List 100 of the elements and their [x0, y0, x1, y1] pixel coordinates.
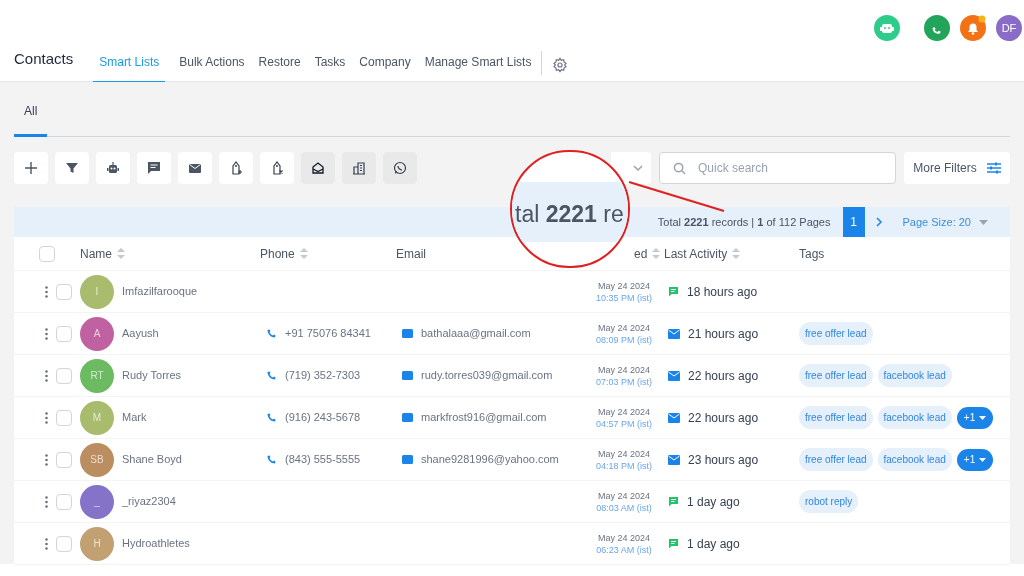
search-icon — [673, 162, 686, 175]
contact-avatar: SB — [80, 442, 114, 477]
row-checkbox[interactable] — [56, 451, 72, 468]
contact-avatar: _ — [80, 484, 114, 519]
dropdown-field[interactable] — [611, 152, 651, 184]
created-time: 04:18 PM (ist) — [596, 459, 652, 472]
toolbar-button[interactable] — [137, 152, 171, 184]
search-field[interactable]: Quick search — [659, 152, 896, 184]
drag-handle-icon[interactable] — [45, 369, 48, 382]
drag-handle-icon[interactable] — [45, 285, 48, 298]
tag-chip[interactable]: free offer lead — [799, 322, 873, 345]
contact-name[interactable]: Aayush — [122, 325, 159, 342]
nav-tab[interactable]: Bulk Actions — [179, 52, 245, 83]
nav-tab[interactable]: Company — [359, 52, 411, 83]
whatsapp-icon — [393, 161, 407, 175]
contact-name[interactable]: _riyaz2304 — [122, 493, 176, 510]
contact-name[interactable]: Shane Boyd — [122, 451, 182, 468]
tag-chip[interactable]: robot reply — [799, 490, 859, 513]
caret-icon — [979, 457, 987, 462]
caret-icon — [979, 415, 987, 420]
tag-chip[interactable]: facebook lead — [877, 448, 952, 471]
nav-tab[interactable]: Tasks — [314, 52, 346, 83]
toolbar-button[interactable] — [260, 152, 294, 184]
created-date: May 24 2024 — [597, 363, 650, 376]
created-time: 04:57 PM (ist) — [596, 417, 652, 430]
column-header[interactable]: Phone — [260, 244, 295, 263]
drag-handle-icon[interactable] — [45, 537, 48, 550]
row-checkbox[interactable] — [56, 367, 72, 384]
column-header[interactable]: ed — [634, 244, 648, 263]
tag-chip[interactable]: facebook lead — [877, 406, 952, 429]
row-checkbox[interactable] — [56, 493, 72, 510]
phone-icon[interactable] — [924, 15, 950, 41]
more-tags-button[interactable]: +1 — [956, 448, 994, 471]
list-tab[interactable]: All — [14, 102, 48, 137]
row-checkbox[interactable] — [56, 409, 72, 426]
phone-number: (719) 352-7303 — [285, 368, 361, 384]
toolbar-button[interactable] — [96, 152, 130, 184]
last-activity: 23 hours ago — [688, 451, 759, 469]
drag-handle-icon[interactable] — [45, 495, 48, 508]
tag-chip[interactable]: free offer lead — [799, 364, 873, 387]
contact-name[interactable]: Hydroathletes — [122, 535, 190, 552]
contact-name[interactable]: Imfazilfarooque — [122, 283, 198, 300]
chat-icon — [147, 161, 161, 175]
contact-name[interactable]: Rudy Torres — [122, 367, 182, 384]
plus-icon — [24, 161, 38, 175]
drag-handle-icon[interactable] — [45, 327, 48, 340]
robot-icon[interactable] — [874, 15, 900, 41]
phone-icon — [266, 370, 277, 381]
created-time: 10:35 PM (ist) — [596, 291, 652, 304]
column-header[interactable]: Email — [396, 244, 426, 263]
records-summary: Total 2221 records | 1 of 112 Pages — [657, 214, 831, 230]
email-address: shane9281996@yahoo.com — [421, 452, 559, 468]
toolbar-button[interactable] — [14, 152, 48, 184]
phone-icon — [266, 328, 277, 339]
row-checkbox[interactable] — [56, 535, 72, 552]
caret-icon — [633, 165, 643, 171]
column-header[interactable]: Tags — [799, 244, 825, 263]
drag-handle-icon[interactable] — [45, 411, 48, 424]
column-header[interactable]: Name — [80, 244, 112, 263]
user-avatar[interactable]: DF — [996, 15, 1022, 41]
contact-avatar: RT — [80, 358, 114, 393]
next-page-icon[interactable] — [874, 217, 883, 227]
contact-avatar: H — [80, 526, 114, 561]
column-header[interactable]: Last Activity — [664, 244, 728, 263]
toolbar-button[interactable] — [219, 152, 253, 184]
created-time: 08:09 PM (ist) — [596, 333, 652, 346]
tag-chip[interactable]: free offer lead — [799, 448, 873, 471]
magnified-text: tal 2221 re — [515, 200, 624, 229]
phone-icon — [266, 412, 277, 423]
page-number[interactable]: 1 — [842, 207, 865, 237]
page-title: Contacts — [14, 49, 74, 69]
chat-icon — [668, 286, 679, 297]
more-filters-button[interactable]: More Filters — [904, 152, 1010, 184]
last-activity: 22 hours ago — [688, 367, 759, 385]
tag-chip[interactable]: free offer lead — [799, 406, 873, 429]
email-address: markfrost916@gmail.com — [421, 410, 547, 426]
mail-open-icon — [311, 161, 325, 175]
nav-tab[interactable]: Restore — [258, 52, 301, 83]
nav-tab[interactable]: Manage Smart Lists — [424, 52, 532, 83]
page-size-select[interactable]: Page Size: 20 — [902, 213, 971, 231]
toolbar-button[interactable] — [178, 152, 212, 184]
caret-icon — [979, 219, 988, 225]
chat-icon — [668, 538, 679, 549]
contact-avatar: M — [80, 400, 114, 435]
tag-chip[interactable]: facebook lead — [877, 364, 952, 387]
more-tags-button[interactable]: +1 — [956, 406, 994, 429]
email-address: rudy.torres039@gmail.com — [421, 368, 553, 384]
last-activity: 22 hours ago — [688, 409, 759, 427]
created-date: May 24 2024 — [597, 321, 650, 334]
drag-handle-icon[interactable] — [45, 453, 48, 466]
select-all-checkbox[interactable] — [39, 245, 55, 262]
row-checkbox[interactable] — [56, 325, 72, 342]
phone-icon — [266, 454, 277, 465]
toolbar-button[interactable] — [55, 152, 89, 184]
settings-icon[interactable] — [552, 56, 569, 73]
created-date: May 24 2024 — [597, 531, 650, 544]
row-checkbox[interactable] — [56, 283, 72, 300]
contact-name[interactable]: Mark — [122, 409, 147, 426]
created-time: 06:23 AM (ist) — [596, 543, 652, 556]
bell-icon[interactable] — [960, 15, 986, 41]
